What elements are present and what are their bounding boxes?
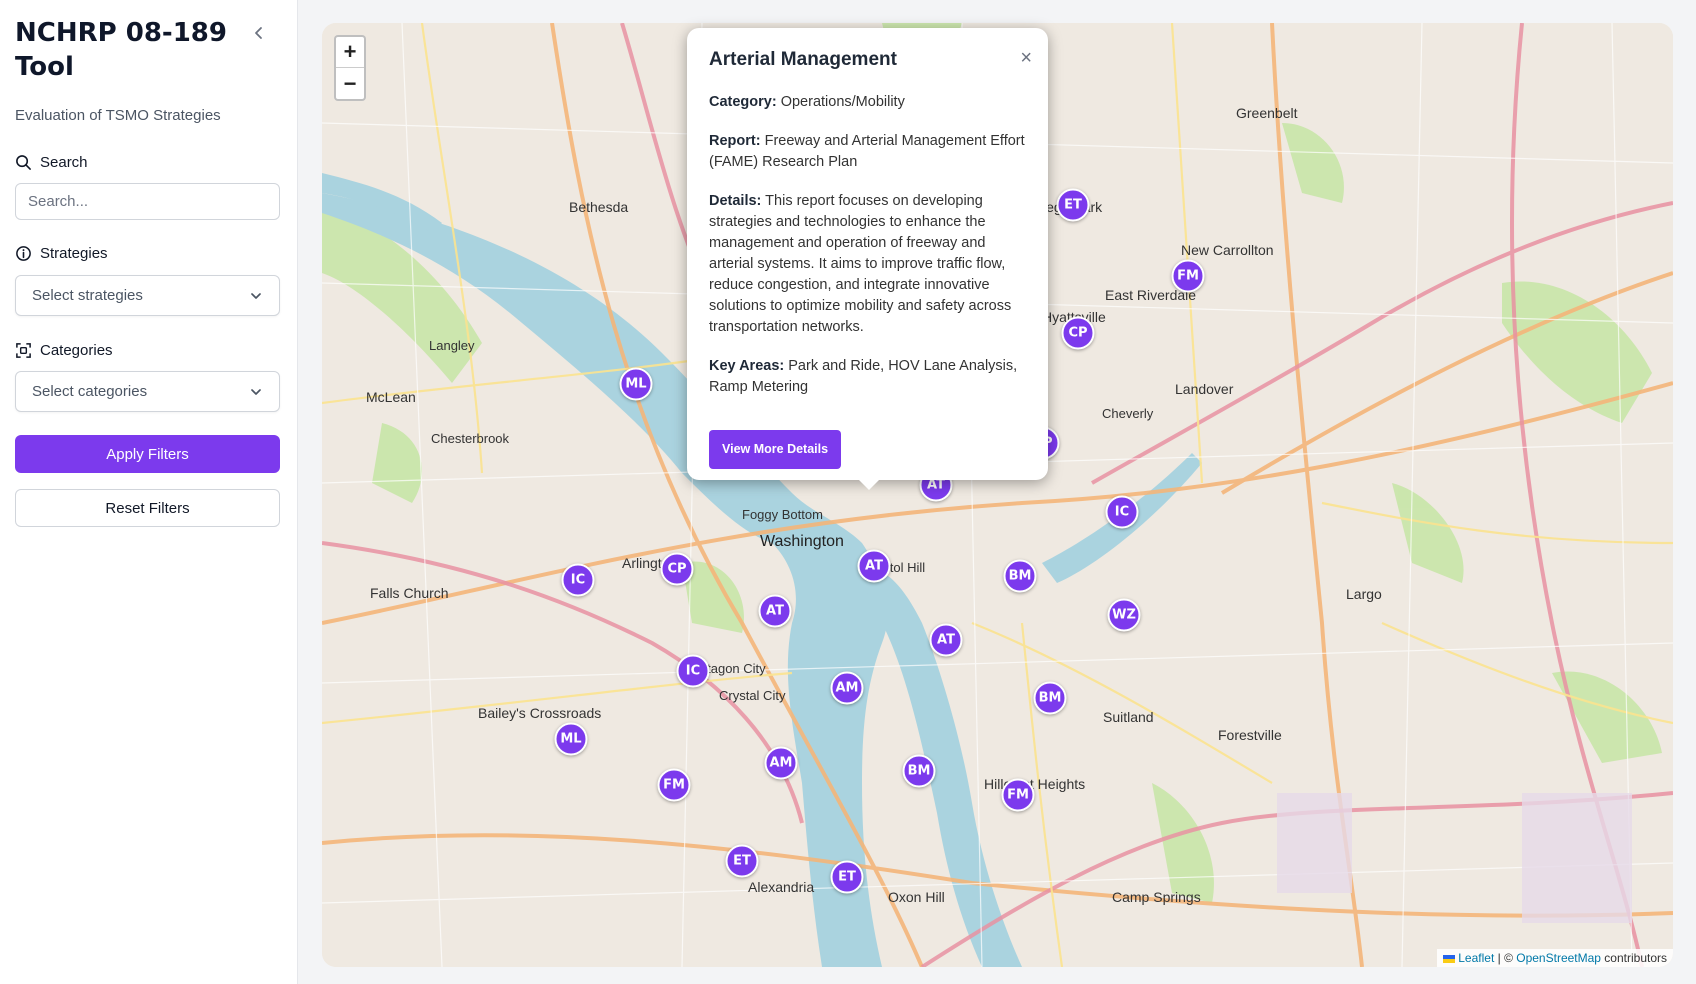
- label-langley: Langley: [429, 338, 475, 353]
- info-icon: [16, 246, 31, 261]
- label-falls-church: Falls Church: [370, 585, 449, 601]
- marker-fm[interactable]: FM: [1171, 259, 1205, 293]
- marker-wz[interactable]: WZ: [1107, 598, 1141, 632]
- marker-at[interactable]: AT: [857, 549, 891, 583]
- label-cheverly: Cheverly: [1102, 406, 1154, 421]
- chevron-down-icon: [251, 388, 261, 395]
- categories-select-value: Select categories: [32, 383, 148, 400]
- marker-bm[interactable]: BM: [902, 754, 936, 788]
- categories-label: Categories: [15, 342, 113, 359]
- marker-at[interactable]: AT: [758, 594, 792, 628]
- sidebar: NCHRP 08-189 Tool Evaluation of TSMO Str…: [0, 0, 298, 984]
- marker-ml[interactable]: ML: [554, 722, 588, 756]
- categories-select[interactable]: Select categories: [15, 371, 280, 412]
- popup-category: Category: Operations/Mobility: [709, 92, 1026, 113]
- popup-category-label: Category:: [709, 94, 777, 110]
- marker-ic[interactable]: IC: [1105, 495, 1139, 529]
- label-bethesda: Bethesda: [569, 199, 629, 215]
- marker-am[interactable]: AM: [764, 746, 798, 780]
- popup-tip: [857, 478, 881, 490]
- popup-details-label: Details:: [709, 193, 762, 209]
- label-mclean: McLean: [366, 389, 416, 405]
- marker-bm[interactable]: BM: [1003, 559, 1037, 593]
- zoom-in-button[interactable]: +: [336, 37, 364, 68]
- strategies-label: Strategies: [15, 245, 108, 262]
- chevron-down-icon: [251, 292, 261, 299]
- marker-ml[interactable]: ML: [619, 367, 653, 401]
- popup-key-areas: Key Areas: Park and Ride, HOV Lane Analy…: [709, 356, 1026, 398]
- label-new-carrollton: New Carrollton: [1181, 242, 1274, 258]
- popup-title: Arterial Management: [709, 49, 897, 70]
- apply-filters-button[interactable]: Apply Filters: [15, 435, 280, 473]
- strategies-label-text: Strategies: [40, 245, 108, 262]
- reset-filters-button[interactable]: Reset Filters: [15, 489, 280, 527]
- label-largo: Largo: [1346, 586, 1382, 602]
- label-washington: Washington: [760, 533, 844, 550]
- view-more-details-button[interactable]: View More Details: [709, 430, 842, 469]
- app-title: NCHRP 08-189 Tool: [15, 18, 227, 82]
- label-greenbelt: Greenbelt: [1236, 105, 1298, 121]
- search-icon: [16, 155, 31, 170]
- popup-report-label: Report:: [709, 133, 761, 149]
- attribution-contributors: contributors: [1600, 951, 1667, 965]
- categories-label-text: Categories: [40, 342, 113, 359]
- marker-cp[interactable]: CP: [1061, 316, 1095, 350]
- popup-details-value: This report focuses on developing strate…: [709, 193, 1012, 335]
- marker-am[interactable]: AM: [830, 671, 864, 705]
- marker-et[interactable]: ET: [830, 860, 864, 894]
- attribution-separator: | ©: [1494, 951, 1517, 965]
- search-label: Search: [15, 154, 88, 171]
- scan-icon: [16, 343, 31, 358]
- label-alexandria: Alexandria: [748, 879, 815, 895]
- marker-ic[interactable]: IC: [676, 654, 710, 688]
- popup-category-value: Operations/Mobility: [780, 94, 905, 110]
- search-label-text: Search: [40, 154, 88, 171]
- label-landover: Landover: [1175, 381, 1234, 397]
- marker-bm[interactable]: BM: [1033, 681, 1067, 715]
- label-chesterbrook: Chesterbrook: [431, 431, 510, 446]
- marker-ic[interactable]: IC: [561, 563, 595, 597]
- popup-key-areas-label: Key Areas:: [709, 358, 785, 374]
- label-foggy-bottom: Foggy Bottom: [742, 507, 823, 522]
- strategy-popup: × Arterial Management Category: Operatio…: [687, 28, 1048, 480]
- zoom-out-button[interactable]: −: [336, 68, 364, 99]
- marker-at[interactable]: AT: [929, 623, 963, 657]
- popup-details: Details: This report focuses on developi…: [709, 191, 1026, 338]
- popup-report: Report: Freeway and Arterial Management …: [709, 131, 1026, 173]
- label-forestville: Forestville: [1218, 727, 1282, 743]
- marker-cp[interactable]: CP: [660, 552, 694, 586]
- chevron-left-icon: [255, 27, 262, 39]
- map-attribution: Leaflet | © OpenStreetMap contributors: [1437, 949, 1673, 967]
- label-oxon-hill: Oxon Hill: [888, 889, 945, 905]
- osm-link[interactable]: OpenStreetMap: [1516, 951, 1601, 965]
- search-input[interactable]: [15, 183, 280, 220]
- leaflet-link[interactable]: Leaflet: [1458, 951, 1494, 965]
- collapse-sidebar-button[interactable]: [246, 20, 272, 46]
- strategies-select[interactable]: Select strategies: [15, 275, 280, 316]
- ukraine-flag-icon: [1443, 954, 1456, 963]
- popup-close-button[interactable]: ×: [1020, 48, 1032, 68]
- marker-fm[interactable]: FM: [1001, 778, 1035, 812]
- zoom-control: + −: [334, 35, 366, 101]
- app-subtitle: Evaluation of TSMO Strategies: [15, 107, 221, 124]
- label-crystal-city: Crystal City: [719, 688, 786, 703]
- marker-et[interactable]: ET: [725, 844, 759, 878]
- label-hillcrest-heights: Hillcrest Heights: [984, 776, 1086, 792]
- label-camp-springs: Camp Springs: [1112, 889, 1201, 905]
- label-suitland: Suitland: [1103, 709, 1154, 725]
- marker-fm[interactable]: FM: [657, 768, 691, 802]
- marker-et[interactable]: ET: [1056, 188, 1090, 222]
- strategies-select-value: Select strategies: [32, 287, 143, 304]
- label-baileys-crossroads: Bailey's Crossroads: [478, 705, 602, 721]
